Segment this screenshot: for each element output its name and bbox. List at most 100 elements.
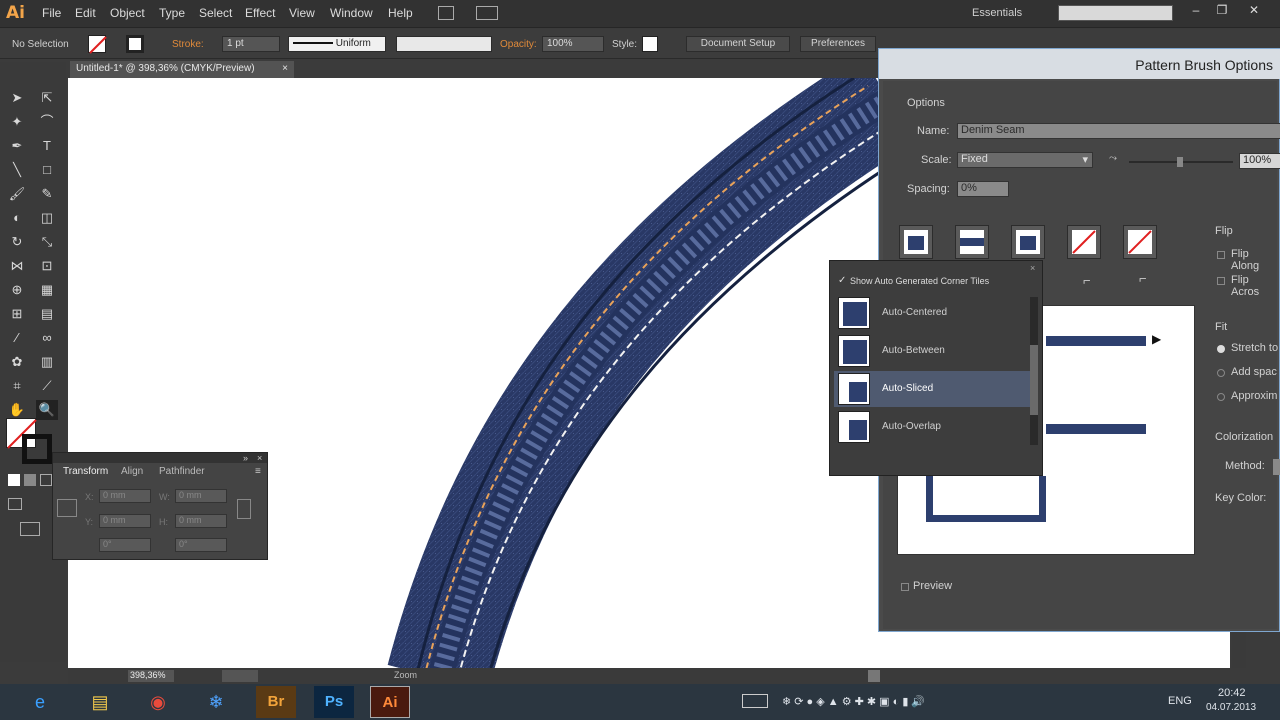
- keyboard-icon[interactable]: [742, 694, 768, 708]
- shear-field[interactable]: 0°: [175, 538, 227, 552]
- dialog-titlebar[interactable]: Pattern Brush Options: [879, 49, 1280, 79]
- list-item-auto-centered[interactable]: Auto-Centered: [834, 295, 1030, 331]
- close-panel-icon[interactable]: ×: [257, 453, 262, 463]
- w-field[interactable]: 0 mm: [175, 489, 227, 503]
- mesh-tool-icon[interactable]: ⊞: [6, 304, 28, 324]
- none-mode-icon[interactable]: [40, 474, 52, 486]
- opacity-field[interactable]: 100%: [542, 36, 604, 52]
- magic-wand-tool-icon[interactable]: ✦: [6, 112, 28, 132]
- stroke-color-icon[interactable]: [22, 434, 52, 464]
- rotate-tool-icon[interactable]: ↻: [6, 232, 28, 252]
- document-tab[interactable]: Untitled-1* @ 398,36% (CMYK/Preview) ×: [70, 61, 294, 78]
- line-tool-icon[interactable]: ╲: [6, 160, 28, 180]
- restore-icon[interactable]: ❐: [1212, 3, 1232, 19]
- chrome-icon[interactable]: ◉: [138, 686, 178, 718]
- perspective-grid-tool-icon[interactable]: ▦: [36, 280, 58, 300]
- rectangle-tool-icon[interactable]: □: [36, 160, 58, 180]
- panel-menu-icon[interactable]: ≡: [255, 466, 261, 477]
- gradient-tool-icon[interactable]: ▤: [36, 304, 58, 324]
- brush-definition[interactable]: [396, 36, 492, 52]
- pen-tool-icon[interactable]: ✒: [6, 136, 28, 156]
- side-tile-button[interactable]: [955, 225, 989, 259]
- rotate-field[interactable]: 0°: [99, 538, 151, 552]
- horizontal-scroll-thumb[interactable]: [868, 670, 880, 682]
- minimize-icon[interactable]: –: [1186, 3, 1206, 19]
- scale-dropdown[interactable]: Fixed ▾: [957, 152, 1093, 168]
- graphic-style-swatch[interactable]: [642, 36, 658, 52]
- free-transform-tool-icon[interactable]: ⊡: [36, 256, 58, 276]
- width-tool-icon[interactable]: ⋈: [6, 256, 28, 276]
- menu-edit[interactable]: Edit: [75, 6, 96, 20]
- tray-icons[interactable]: ❄ ⟳ ● ◈ ▲ ⚙ ✚ ✱ ▣ ◐ ▮ 🔊: [782, 695, 925, 708]
- menu-type[interactable]: Type: [159, 6, 185, 20]
- tab-pathfinder[interactable]: Pathfinder: [159, 466, 205, 477]
- pencil-tool-icon[interactable]: ✎: [36, 184, 58, 204]
- menu-file[interactable]: File: [42, 6, 61, 20]
- name-field[interactable]: Denim Seam: [957, 123, 1280, 139]
- preferences-button[interactable]: Preferences: [800, 36, 876, 52]
- search-input[interactable]: [1058, 5, 1173, 21]
- photoshop-app-button[interactable]: Ps: [314, 686, 354, 718]
- show-auto-label[interactable]: Show Auto Generated Corner Tiles: [850, 276, 989, 286]
- eraser-tool-icon[interactable]: ◫: [36, 208, 58, 228]
- dropdown-scroll-thumb[interactable]: [1030, 345, 1038, 415]
- x-field[interactable]: 0 mm: [99, 489, 151, 503]
- type-tool-icon[interactable]: T: [36, 136, 58, 156]
- bridge-app-button[interactable]: Br: [256, 686, 296, 718]
- drawing-mode-icon[interactable]: [8, 498, 22, 510]
- fill-swatch[interactable]: [88, 35, 107, 54]
- clock-time[interactable]: 20:42: [1218, 687, 1246, 699]
- selection-tool-icon[interactable]: ➤: [6, 88, 28, 108]
- fit-approximate-radio[interactable]: [1217, 393, 1225, 401]
- shape-builder-tool-icon[interactable]: ⊕: [6, 280, 28, 300]
- symbol-sprayer-tool-icon[interactable]: ✿: [6, 352, 28, 372]
- opacity-label[interactable]: Opacity:: [500, 39, 537, 50]
- gradient-mode-icon[interactable]: [24, 474, 36, 486]
- scale-tool-icon[interactable]: ⤡: [36, 232, 58, 252]
- flip-across-checkbox[interactable]: [1217, 277, 1225, 285]
- flip-along-checkbox[interactable]: [1217, 251, 1225, 259]
- end-tile-button[interactable]: [1123, 225, 1157, 259]
- menu-window[interactable]: Window: [330, 6, 373, 20]
- list-item-auto-sliced[interactable]: Auto-Sliced: [834, 371, 1030, 407]
- dropdown-close-icon[interactable]: ×: [1030, 263, 1035, 273]
- document-setup-button[interactable]: Document Setup: [686, 36, 790, 52]
- menu-select[interactable]: Select: [199, 6, 232, 20]
- slice-tool-icon[interactable]: ⟋: [36, 376, 58, 396]
- menu-help[interactable]: Help: [388, 6, 413, 20]
- method-dropdown[interactable]: [1273, 459, 1280, 475]
- lasso-tool-icon[interactable]: ⌒: [36, 112, 58, 132]
- arrange-documents-icon[interactable]: [476, 6, 498, 20]
- preview-checkbox[interactable]: [901, 583, 909, 591]
- menu-object[interactable]: Object: [110, 6, 145, 20]
- h-field[interactable]: 0 mm: [175, 514, 227, 528]
- fit-stretch-radio[interactable]: [1217, 345, 1225, 353]
- close-icon[interactable]: ✕: [1244, 3, 1264, 19]
- eyedropper-tool-icon[interactable]: ⁄: [6, 328, 28, 348]
- stroke-swatch[interactable]: [126, 35, 144, 53]
- close-tab-icon[interactable]: ×: [282, 63, 288, 74]
- direct-selection-tool-icon[interactable]: ⇱: [36, 88, 58, 108]
- clock-date[interactable]: 04.07.2013: [1206, 702, 1256, 713]
- list-item-auto-between[interactable]: Auto-Between: [834, 333, 1030, 369]
- scale-percent-field[interactable]: 100%: [1239, 153, 1280, 169]
- menu-view[interactable]: View: [289, 6, 315, 20]
- y-field[interactable]: 0 mm: [99, 514, 151, 528]
- internet-explorer-icon[interactable]: e: [20, 686, 60, 718]
- language-indicator[interactable]: ENG: [1168, 695, 1192, 707]
- screen-mode-icon[interactable]: [20, 522, 40, 536]
- reference-point-icon[interactable]: [57, 499, 77, 517]
- hand-tool-icon[interactable]: ✋: [6, 400, 28, 420]
- scale-slider-thumb[interactable]: [1177, 157, 1183, 167]
- paintbrush-tool-icon[interactable]: 🖌: [6, 184, 28, 204]
- variable-width-profile[interactable]: Uniform: [288, 36, 386, 52]
- color-mode-icon[interactable]: [8, 474, 20, 486]
- dropdown-scrollbar[interactable]: [1030, 297, 1038, 445]
- tab-align[interactable]: Align: [121, 466, 143, 477]
- start-tile-button[interactable]: [1067, 225, 1101, 259]
- zoom-tool-icon[interactable]: 🔍: [36, 400, 58, 420]
- list-item-auto-overlap[interactable]: Auto-Overlap: [834, 409, 1030, 445]
- tab-transform[interactable]: Transform: [63, 466, 108, 477]
- checkmark-icon[interactable]: ✓: [838, 275, 846, 286]
- blob-brush-tool-icon[interactable]: ◐: [6, 208, 28, 228]
